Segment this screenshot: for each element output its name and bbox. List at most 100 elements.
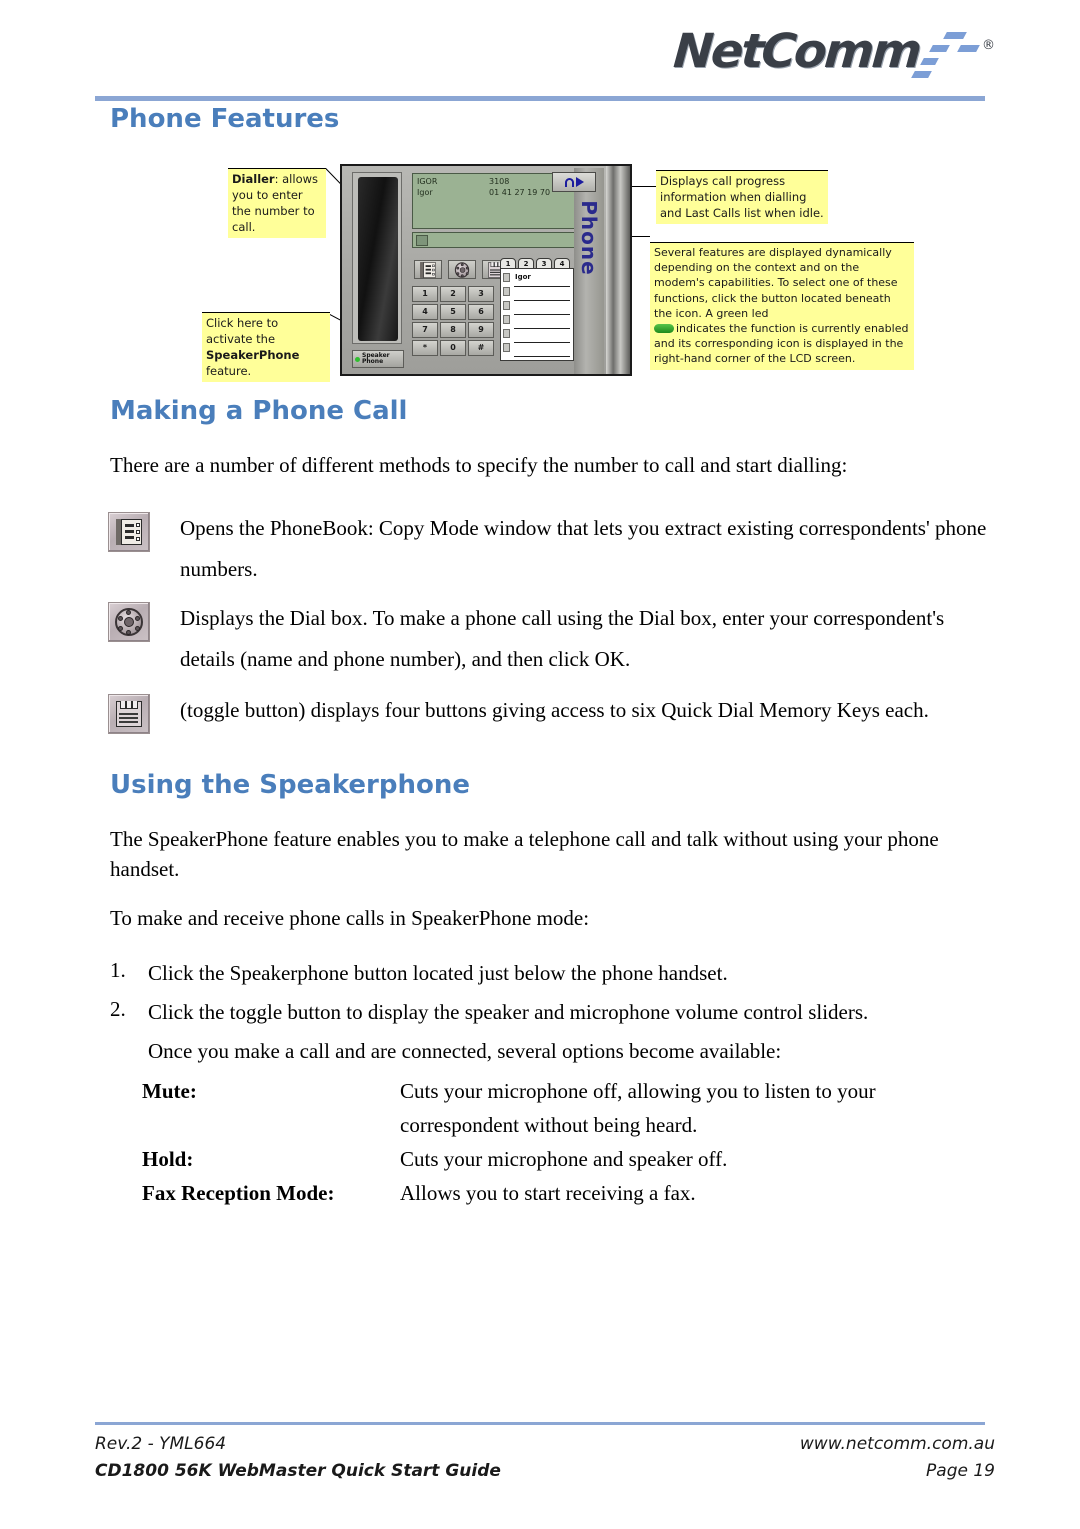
netcomm-logo: NetComm ® bbox=[672, 24, 995, 88]
green-led-icon bbox=[654, 324, 674, 334]
modem-side-edge bbox=[606, 166, 630, 374]
step-note-text: Once you make a call and are connected, … bbox=[148, 1039, 782, 1063]
keypad-digit: 4 bbox=[422, 307, 428, 316]
document-page: NetComm ® Phone Features Dialler: allows… bbox=[0, 0, 1080, 1529]
dial-box-icon[interactable] bbox=[108, 602, 150, 642]
feature-item-quick-dial: (toggle button) displays four buttons gi… bbox=[108, 690, 988, 734]
callout-speakerphone: Click here to activate the SpeakerPhone … bbox=[202, 312, 330, 382]
step-text: Click the toggle button to display the s… bbox=[148, 1000, 869, 1024]
keypad-key[interactable]: 6 bbox=[468, 304, 494, 320]
keypad-digit: # bbox=[477, 343, 485, 352]
quick-dial-entry[interactable]: Igor bbox=[514, 273, 570, 287]
speakerphone-step-note: Once you make a call and are connected, … bbox=[148, 1036, 1028, 1066]
feature-item-dial-box: Displays the Dial box. To make a phone c… bbox=[108, 598, 988, 680]
dial-keypad[interactable]: 1 2 3 4 5 6 7 8 9 * 0 # bbox=[412, 286, 494, 356]
making-call-intro: There are a number of different methods … bbox=[110, 453, 848, 477]
lcd-line-1: IGOR 3108 bbox=[417, 177, 509, 186]
lcd-line2-number: 01 41 27 19 70 bbox=[489, 188, 551, 197]
step-number: 2. bbox=[110, 997, 126, 1021]
option-row: Fax Reception Mode: Allows you to start … bbox=[142, 1176, 982, 1210]
quick-dial-key-column bbox=[501, 269, 513, 360]
callout-dynamic-features: Several features are displayed dynamical… bbox=[650, 242, 914, 370]
feature-item-text: (toggle button) displays four buttons gi… bbox=[180, 698, 929, 722]
handset-cradle bbox=[352, 172, 402, 344]
option-description: Cuts your microphone and speaker off. bbox=[400, 1147, 728, 1171]
footer-guide-title: CD1800 56K WebMaster Quick Start Guide bbox=[95, 1461, 501, 1481]
heading-using-the-speakerphone: Using the Speakerphone bbox=[110, 770, 470, 800]
dial-call-button[interactable] bbox=[552, 172, 596, 192]
phone-handset bbox=[358, 177, 398, 341]
footer-rule bbox=[95, 1422, 985, 1425]
callout-dynamic-features-part1: Several features are displayed dynamical… bbox=[654, 246, 898, 320]
callout-dynamic-features-part2: indicates the function is currently enab… bbox=[654, 322, 909, 366]
speakerphone-step-2: 2. Click the toggle button to display th… bbox=[110, 997, 990, 1027]
function-button-row bbox=[414, 260, 510, 279]
speakerphone-led-icon bbox=[355, 356, 360, 362]
option-term: Mute: bbox=[142, 1079, 197, 1103]
keypad-digit: 9 bbox=[478, 325, 484, 334]
feature-item-text: Displays the Dial box. To make a phone c… bbox=[180, 606, 945, 671]
step-text: Click the Speakerphone button located ju… bbox=[148, 961, 728, 985]
keypad-digit: 3 bbox=[478, 289, 484, 298]
lcd-function-icon bbox=[416, 235, 428, 246]
keypad-key[interactable]: 8 bbox=[440, 322, 466, 338]
quick-dial-entry[interactable] bbox=[514, 329, 570, 343]
handset-icon bbox=[564, 177, 574, 187]
lcd-function-bar bbox=[412, 232, 578, 248]
callout-speakerphone-pre: Click here to activate the bbox=[206, 316, 279, 346]
quick-dial-list: Igor bbox=[500, 268, 574, 361]
header-rule bbox=[95, 96, 985, 101]
keypad-key[interactable]: 5 bbox=[440, 304, 466, 320]
keypad-key[interactable]: 7 bbox=[412, 322, 438, 338]
callout-speakerphone-term: SpeakerPhone bbox=[206, 348, 300, 362]
phonebook-copy-mode-icon[interactable] bbox=[108, 512, 150, 552]
keypad-digit: 0 bbox=[450, 343, 456, 352]
speakerphone-options-list: Mute: Cuts your microphone off, allowing… bbox=[142, 1074, 982, 1210]
speakerphone-button-label: Speaker Phone bbox=[362, 352, 390, 366]
quick-dial-entry[interactable] bbox=[514, 343, 570, 357]
phone-module-tab[interactable]: Phone bbox=[574, 168, 604, 374]
keypad-key[interactable]: 4 bbox=[412, 304, 438, 320]
speakerphone-button[interactable]: Speaker Phone bbox=[352, 350, 404, 368]
quick-dial-entries: Igor bbox=[513, 269, 573, 360]
dial-box-button[interactable] bbox=[448, 260, 476, 279]
quick-dial-entry[interactable] bbox=[514, 301, 570, 315]
keypad-key[interactable]: 9 bbox=[468, 322, 494, 338]
keypad-digit: 7 bbox=[422, 325, 428, 334]
phonebook-icon bbox=[420, 261, 436, 278]
keypad-key[interactable]: 1 bbox=[412, 286, 438, 302]
heading-phone-features: Phone Features bbox=[110, 104, 340, 134]
phone-tab-label: Phone bbox=[577, 200, 601, 276]
quick-dial-entry[interactable] bbox=[514, 315, 570, 329]
option-description: Cuts your microphone off, allowing you t… bbox=[400, 1079, 876, 1137]
keypad-key[interactable]: 2 bbox=[440, 286, 466, 302]
keypad-digit: * bbox=[422, 343, 428, 352]
keypad-digit: 1 bbox=[422, 289, 428, 298]
keypad-key[interactable]: # bbox=[468, 340, 494, 356]
lcd-line2-name: Igor bbox=[417, 188, 433, 197]
speakerphone-label-line2: Phone bbox=[362, 358, 384, 365]
callout-speakerphone-post: feature. bbox=[206, 364, 252, 378]
option-term: Fax Reception Mode: bbox=[142, 1181, 335, 1205]
quick-dial-memory-keys-icon[interactable] bbox=[108, 694, 150, 734]
quick-dial-entry[interactable] bbox=[514, 287, 570, 301]
option-description: Allows you to start receiving a fax. bbox=[400, 1181, 696, 1205]
page-header: NetComm ® bbox=[95, 24, 995, 98]
logo-wordmark: NetComm bbox=[671, 24, 922, 79]
keypad-digit: 8 bbox=[450, 325, 456, 334]
phonebook-button[interactable] bbox=[414, 260, 442, 279]
option-row: Mute: Cuts your microphone off, allowing… bbox=[142, 1074, 982, 1142]
option-term: Hold: bbox=[142, 1147, 194, 1171]
keypad-digit: 6 bbox=[478, 307, 484, 316]
keypad-key[interactable]: * bbox=[412, 340, 438, 356]
phone-features-figure: Dialler: allows you to enter the number … bbox=[200, 162, 960, 382]
lcd-line-2: Igor 01 41 27 19 70 bbox=[417, 188, 550, 197]
callout-dialler: Dialler: allows you to enter the number … bbox=[228, 168, 326, 238]
arrow-right-icon bbox=[575, 177, 584, 187]
footer-page-number: Page 19 bbox=[926, 1461, 995, 1481]
speakerphone-paragraph-2: To make and receive phone calls in Speak… bbox=[110, 906, 590, 930]
keypad-key[interactable]: 3 bbox=[468, 286, 494, 302]
keypad-digit: 5 bbox=[450, 307, 456, 316]
lcd-line1-number: 3108 bbox=[489, 177, 510, 186]
keypad-key[interactable]: 0 bbox=[440, 340, 466, 356]
